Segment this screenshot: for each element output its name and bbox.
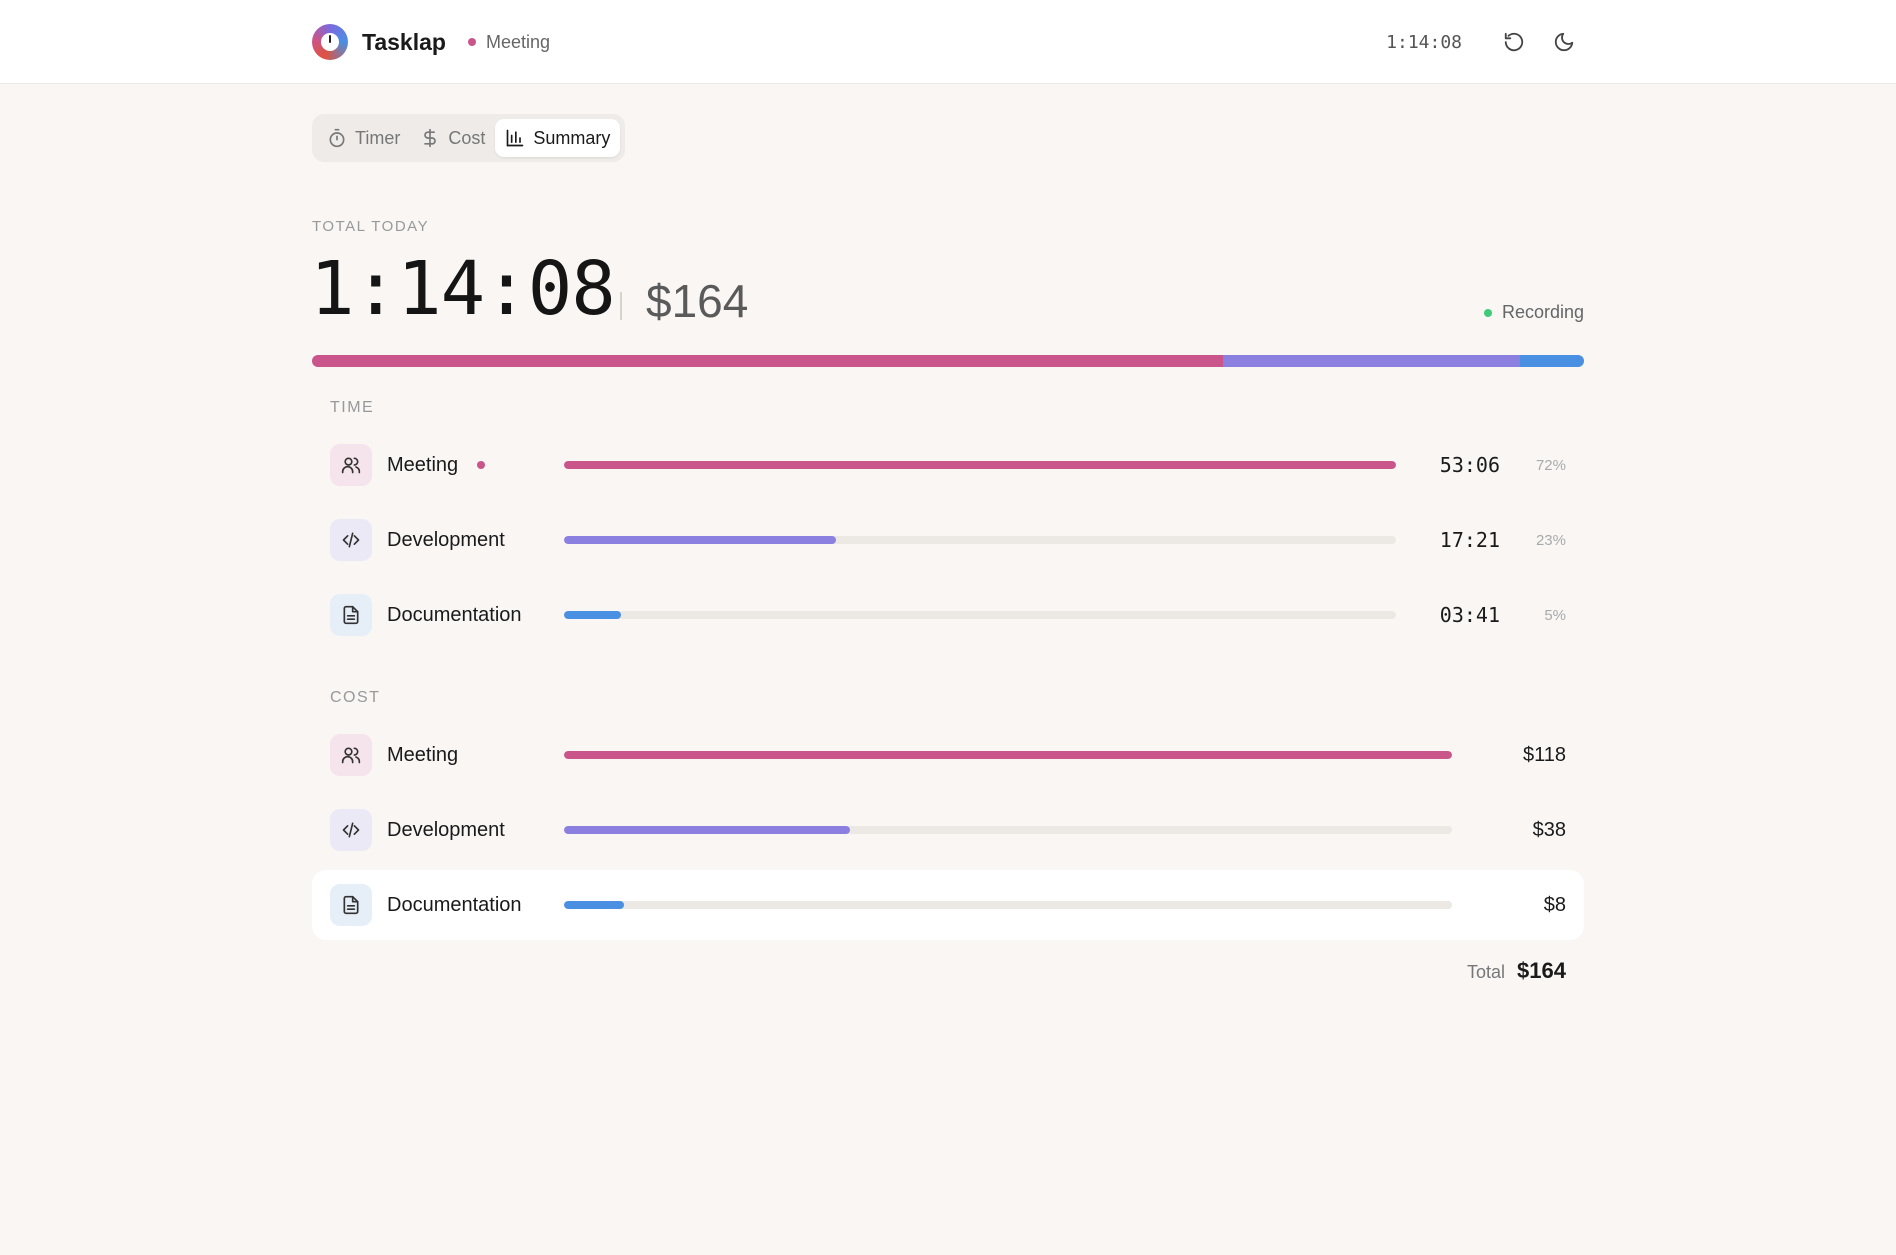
recording-status: Recording [1483,302,1584,323]
people-icon [330,734,372,776]
time-row-name: Meeting [387,453,459,476]
document-icon [330,594,372,636]
document-icon [330,884,372,926]
brand: Tasklap Meeting [312,22,550,62]
cost-bar-fill [564,826,850,834]
cost-value: $118 [1522,743,1566,766]
cost-bar-fill [564,901,625,909]
total-today-label: TOTAL TODAY [312,218,430,235]
time-bar-track [564,611,1396,619]
cost-section-label: COST [330,689,381,706]
current-task-label: Meeting [485,31,550,52]
time-row-name: Documentation [387,603,522,626]
cost-row-name: Meeting [387,743,459,766]
tab-summary-label: Summary [533,127,611,148]
time-percent: 72% [1535,456,1566,474]
time-percent: 5% [1544,606,1566,624]
time-share-bar [312,355,1584,367]
cost-value: $38 [1532,818,1566,841]
time-value: 53:06 [1439,453,1500,477]
view-tabs: Timer Cost Summary [312,114,626,162]
cost-total: Total $164 [1467,958,1566,984]
share-segment-development [1222,355,1521,367]
top-right-controls: 1:14:08 [1386,22,1584,62]
time-section-label: TIME [330,399,375,416]
time-row-meeting: Meeting 53:06 72% [312,430,1584,500]
cost-row-name: Documentation [387,893,522,916]
cost-value: $8 [1543,893,1566,916]
tasklap-logo-icon [312,24,348,60]
share-segment-meeting [312,355,1223,367]
time-value: 03:41 [1439,603,1500,627]
cost-row-documentation: Documentation $8 [312,870,1584,940]
recording-label: Recording [1501,302,1584,322]
cost-bar-fill [564,751,1452,759]
dollar-icon [424,128,437,148]
time-percent: 23% [1535,531,1566,549]
time-row-name: Development [387,528,505,551]
header-clock: 1:14:08 [1386,31,1462,53]
time-value: 17:21 [1439,528,1500,552]
time-bar-fill [564,536,837,544]
cost-row-meeting: Meeting $118 [312,720,1584,790]
cost-bar-track [564,826,1452,834]
tab-summary[interactable]: Summary [495,119,621,157]
tab-cost[interactable]: Cost [410,119,495,157]
cost-row-development: Development $38 [312,795,1584,865]
total-divider [620,292,622,320]
total-time: 1:14:08 [310,246,616,332]
top-bar: Tasklap Meeting 1:14:08 [0,0,1896,84]
active-task-dot-icon [477,461,485,469]
total-cost: $164 [646,275,749,327]
share-segment-documentation [1520,355,1584,367]
bar-chart-icon [507,129,524,147]
time-bar-track [564,536,1396,544]
cost-bar-track [564,751,1452,759]
code-icon [330,809,372,851]
time-bar-fill [564,461,1396,469]
cost-bar-track [564,901,1452,909]
time-row-development: Development 17:21 23% [312,505,1584,575]
app-title: Tasklap [362,28,446,55]
reset-icon [1504,32,1524,52]
time-row-documentation: Documentation 03:41 5% [312,580,1584,650]
tab-timer[interactable]: Timer [317,119,410,157]
cost-total-value: $164 [1517,958,1566,983]
recording-dot-icon [1483,308,1492,317]
cost-row-name: Development [387,818,505,841]
tab-timer-label: Timer [355,127,401,148]
stopwatch-icon [329,128,345,148]
dark-mode-toggle[interactable] [1544,22,1584,62]
time-bar-fill [564,611,622,619]
people-icon [330,444,372,486]
code-icon [330,519,372,561]
cost-total-label: Total [1467,962,1506,982]
tab-cost-label: Cost [448,127,486,148]
moon-icon [1554,32,1574,52]
time-bar-track [564,461,1396,469]
current-task-dot-icon [467,38,476,46]
reset-button[interactable] [1494,22,1534,62]
